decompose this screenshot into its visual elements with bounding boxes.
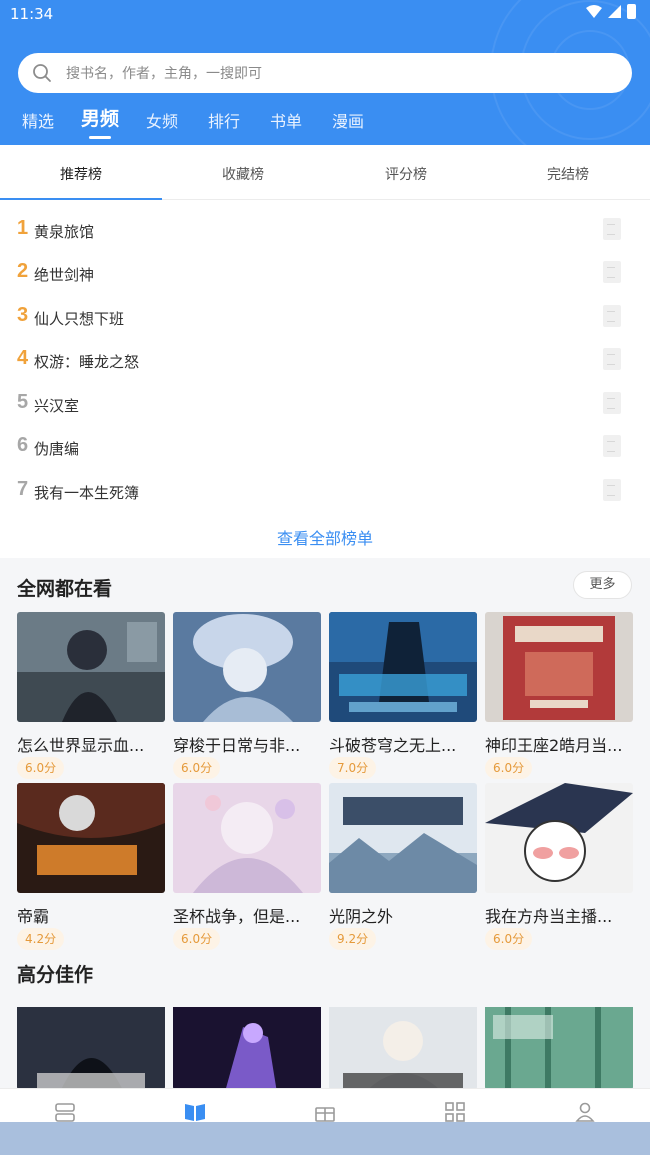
book-score: 9.2分 (329, 928, 377, 950)
bottom-nav (0, 1088, 650, 1122)
book-thumbnail (603, 348, 621, 370)
book-cover (485, 783, 633, 893)
nav-tab-female[interactable]: 女频 (146, 108, 178, 132)
book-cover (17, 998, 165, 1090)
book-cover (329, 998, 477, 1090)
book-cover (329, 612, 477, 722)
wifi-icon (586, 5, 602, 18)
book-title: 斗破苍穹之无上... (329, 736, 457, 755)
book-cover (17, 783, 165, 893)
rank-number: 3 (17, 304, 29, 326)
book-thumbnail (603, 479, 621, 501)
book-card[interactable] (485, 998, 633, 1090)
rank-title: 仙人只想下班 (34, 310, 125, 328)
signal-icon (608, 5, 621, 18)
book-score: 6.0分 (485, 757, 533, 779)
book-score: 6.0分 (17, 757, 65, 779)
nav-tab-comics[interactable]: 漫画 (332, 108, 364, 132)
status-time: 11:34 (10, 5, 54, 23)
book-cover (485, 998, 633, 1090)
book-cover (173, 998, 321, 1090)
book-score: 4.2分 (17, 928, 65, 950)
book-thumbnail (603, 218, 621, 240)
book-card[interactable] (329, 998, 477, 1090)
rank-list: 1 黄泉旅馆 2 绝世剑神 3 仙人只想下班 4 权游：睡龙之怒 5 兴汉室 6… (0, 200, 650, 558)
book-title: 穿梭于日常与非... (173, 736, 301, 755)
nav-active-indicator (89, 136, 111, 139)
book-cover (485, 612, 633, 722)
book-open-icon[interactable] (184, 1101, 206, 1123)
rank-row[interactable]: 7 我有一本生死簿 (0, 470, 650, 513)
view-all-rankings-link[interactable]: 查看全部榜单 (0, 525, 650, 549)
rank-number: 6 (17, 434, 29, 456)
rank-title: 黄泉旅馆 (34, 223, 95, 241)
section-title-high-score: 高分佳作 (17, 964, 94, 986)
gift-icon[interactable] (314, 1101, 336, 1123)
book-score: 6.0分 (485, 928, 533, 950)
book-thumbnail (603, 261, 621, 283)
nav-tab-booklist[interactable]: 书单 (270, 108, 302, 132)
search-placeholder: 搜书名，作者，主角，一搜即可 (66, 66, 262, 82)
nav-tab-featured[interactable]: 精选 (22, 108, 54, 132)
book-card[interactable] (173, 998, 321, 1090)
rank-number: 2 (17, 260, 29, 282)
book-card[interactable] (17, 998, 165, 1090)
status-bar: 11:34 (0, 0, 650, 28)
rank-row[interactable]: 1 黄泉旅馆 (0, 209, 650, 252)
book-title: 我在方舟当主播... (485, 907, 613, 926)
book-title: 圣杯战争，但是... (173, 907, 301, 926)
rank-title: 权游：睡龙之怒 (34, 353, 140, 371)
more-button[interactable]: 更多 (573, 571, 632, 599)
rank-row[interactable]: 2 绝世剑神 (0, 252, 650, 295)
book-cover (173, 612, 321, 722)
book-score: 6.0分 (173, 928, 221, 950)
tab-recommend[interactable]: 推荐榜 (0, 164, 162, 184)
rank-title: 我有一本生死簿 (34, 484, 140, 502)
rank-title: 兴汉室 (34, 397, 80, 415)
grid-icon[interactable] (444, 1101, 466, 1123)
book-thumbnail (603, 305, 621, 327)
rank-title: 绝世剑神 (34, 266, 95, 284)
rank-tabs: 推荐榜 收藏榜 评分榜 完结榜 (0, 145, 650, 200)
book-title: 光阴之外 (329, 907, 394, 926)
tab-favorites[interactable]: 收藏榜 (162, 164, 324, 184)
section-title-popular: 全网都在看 (17, 578, 113, 600)
rank-number: 1 (17, 217, 29, 239)
rank-number: 4 (17, 347, 29, 369)
search-input[interactable]: 搜书名，作者，主角，一搜即可 (18, 53, 632, 93)
book-title: 帝霸 (17, 907, 50, 926)
book-cover (17, 612, 165, 722)
rank-number: 5 (17, 391, 29, 413)
rank-row[interactable]: 5 兴汉室 (0, 383, 650, 426)
tab-rating[interactable]: 评分榜 (325, 164, 487, 184)
search-icon (33, 64, 51, 82)
book-title: 神印王座2皓月当... (485, 736, 623, 755)
header: 11:34 搜书名，作者，主角，一搜即可 精选 男频 女频 排行 书单 漫画 (0, 0, 650, 145)
system-nav-bar (0, 1122, 650, 1155)
battery-icon (627, 4, 636, 19)
book-thumbnail (603, 435, 621, 457)
book-cover (329, 783, 477, 893)
rank-title: 伪唐编 (34, 440, 80, 458)
book-thumbnail (603, 392, 621, 414)
user-icon[interactable] (574, 1101, 596, 1123)
book-score: 7.0分 (329, 757, 377, 779)
rank-number: 7 (17, 478, 29, 500)
category-nav: 精选 男频 女频 排行 书单 漫画 (0, 104, 650, 144)
book-cover (173, 783, 321, 893)
rank-row[interactable]: 3 仙人只想下班 (0, 296, 650, 339)
rank-row[interactable]: 6 伪唐编 (0, 426, 650, 469)
nav-tab-ranking[interactable]: 排行 (208, 108, 240, 132)
rank-row[interactable]: 4 权游：睡龙之怒 (0, 339, 650, 382)
status-icons (586, 4, 636, 19)
tab-completed[interactable]: 完结榜 (487, 164, 649, 184)
nav-tab-male[interactable]: 男频 (81, 104, 119, 131)
book-score: 6.0分 (173, 757, 221, 779)
book-title: 怎么世界显示血... (17, 736, 145, 755)
bookshelf-icon[interactable] (54, 1101, 76, 1123)
